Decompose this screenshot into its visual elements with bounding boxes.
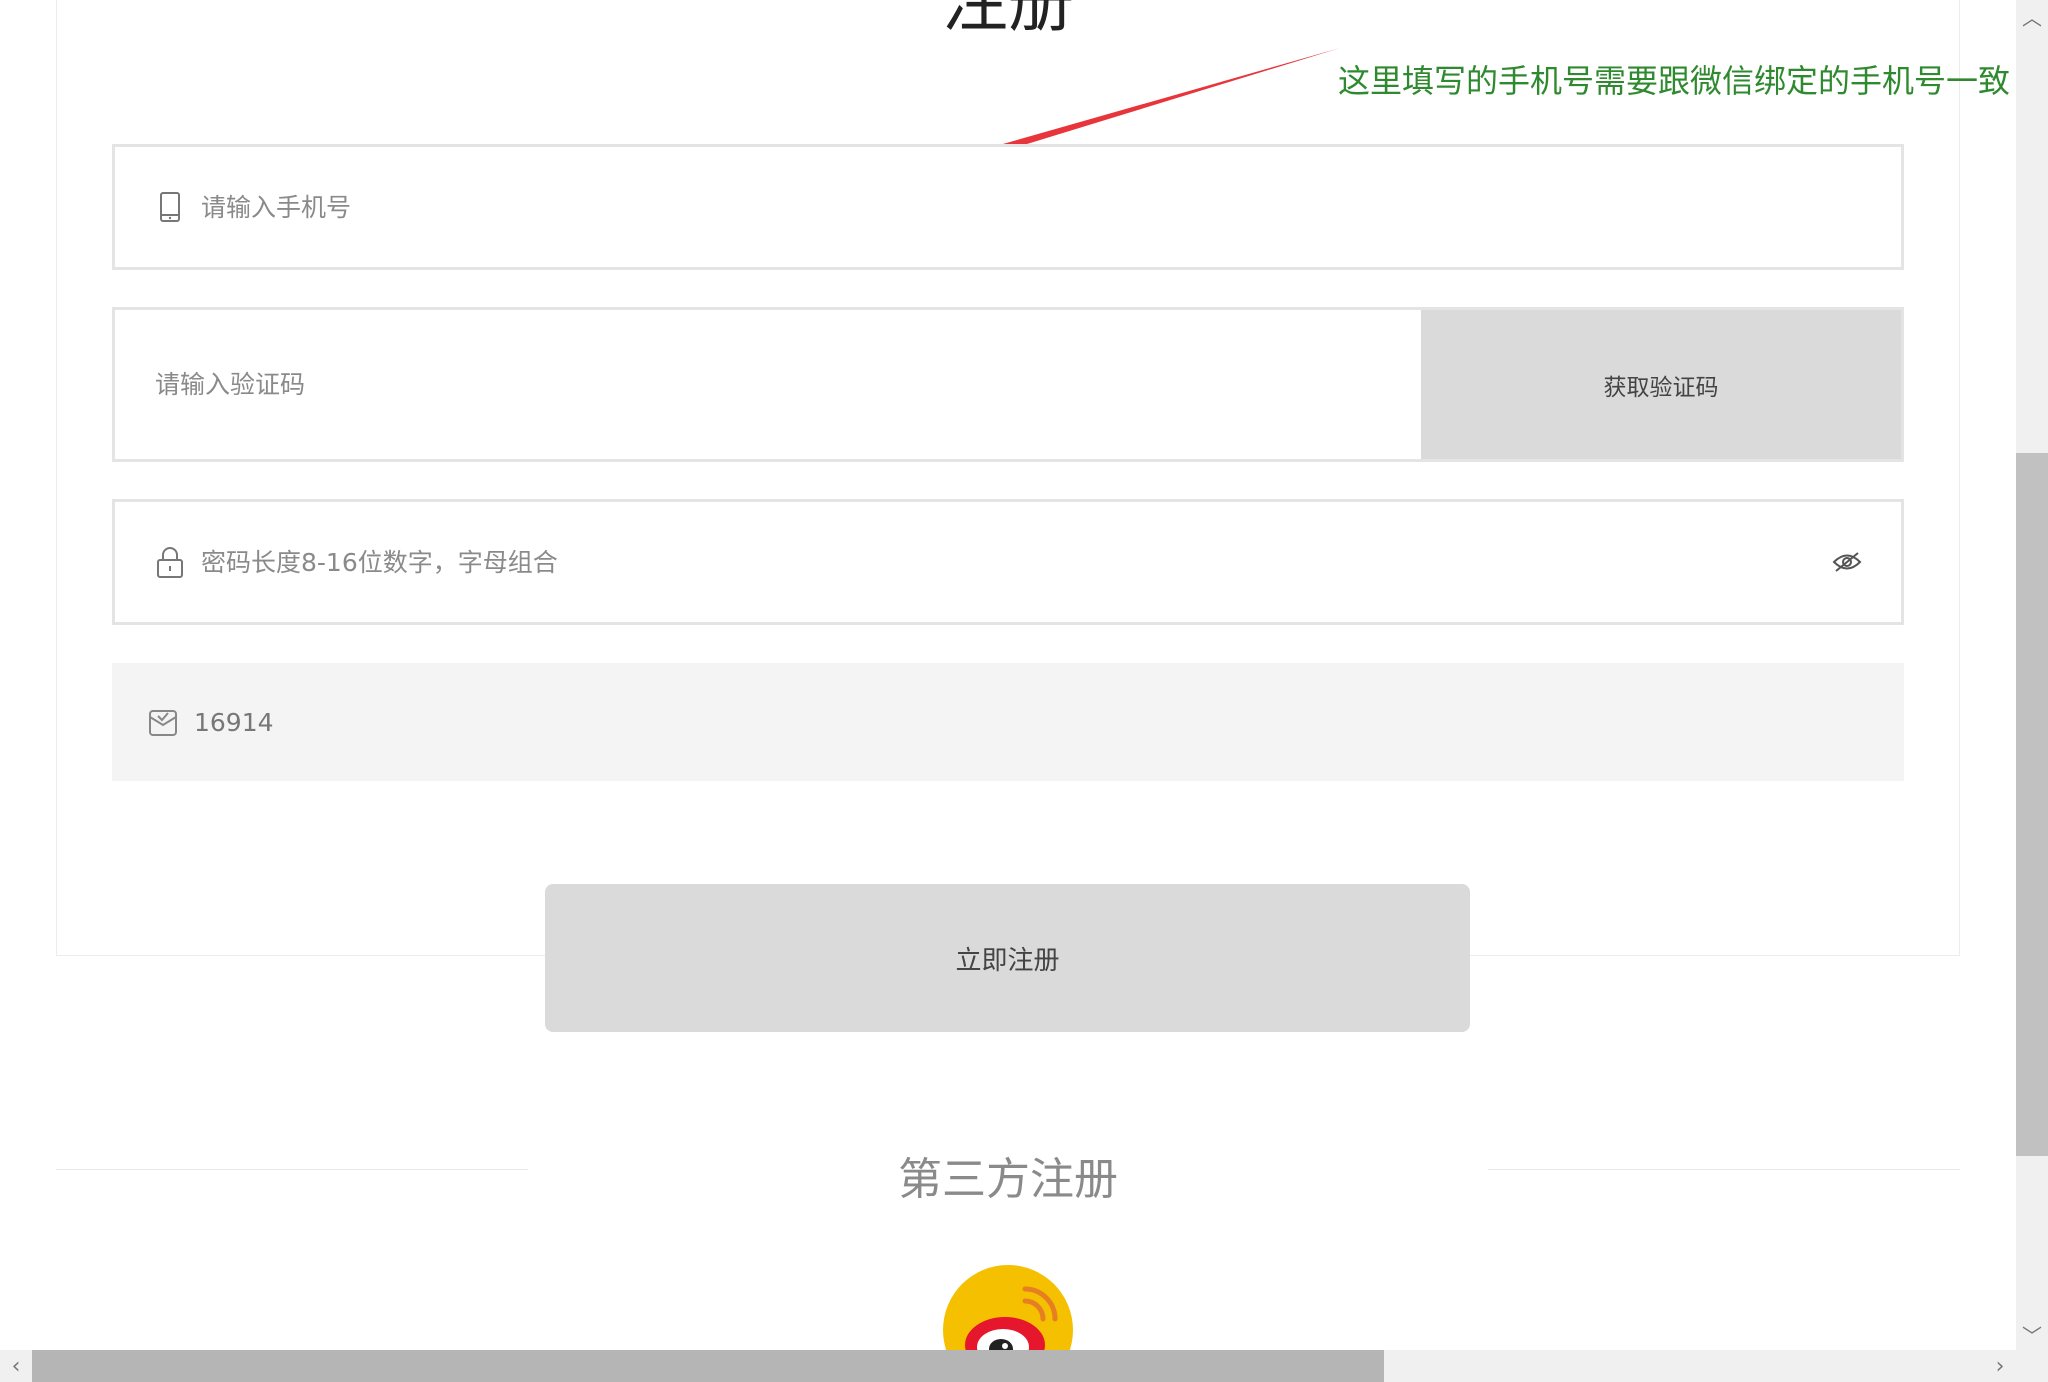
vertical-scroll-thumb[interactable] <box>2016 453 2048 1156</box>
scroll-left-icon[interactable]: ‹ <box>0 1350 32 1382</box>
horizontal-scroll-thumb[interactable] <box>32 1350 1384 1382</box>
inbox-check-icon <box>148 707 178 737</box>
invite-code-field[interactable] <box>112 662 1904 782</box>
register-button[interactable]: 立即注册 <box>545 884 1470 1032</box>
get-code-button[interactable]: 获取验证码 <box>1421 310 1901 459</box>
vertical-scrollbar[interactable]: ︿ ﹀ <box>2016 0 2048 1350</box>
scroll-up-icon[interactable]: ︿ <box>2016 0 2048 32</box>
page-viewport: 注册 这里填写的手机号需要跟微信绑定的手机号一致 获取验证码 <box>0 0 2016 1350</box>
password-input[interactable] <box>199 501 1831 623</box>
verification-code-field[interactable]: 获取验证码 <box>112 307 1904 462</box>
phone-input[interactable] <box>199 146 1901 268</box>
scroll-down-icon[interactable]: ﹀ <box>2016 1318 2048 1350</box>
password-field[interactable] <box>112 499 1904 625</box>
lock-icon <box>155 547 185 578</box>
phone-field[interactable] <box>112 144 1904 270</box>
page-title: 注册 <box>942 0 1074 41</box>
invite-code-input[interactable] <box>192 662 1904 782</box>
eye-hidden-icon[interactable] <box>1831 546 1863 578</box>
horizontal-scrollbar[interactable]: ‹ › <box>0 1350 2048 1382</box>
verification-code-input[interactable] <box>115 309 1421 460</box>
annotation-note: 这里填写的手机号需要跟微信绑定的手机号一致 <box>1338 62 2011 100</box>
weibo-button[interactable] <box>943 1265 1073 1350</box>
mobile-phone-icon <box>155 192 185 222</box>
scrollbar-corner <box>2016 1350 2048 1382</box>
weibo-icon <box>965 1286 1058 1350</box>
third-party-title: 第三方注册 <box>898 1154 1118 1205</box>
scroll-right-icon[interactable]: › <box>1984 1350 2016 1382</box>
